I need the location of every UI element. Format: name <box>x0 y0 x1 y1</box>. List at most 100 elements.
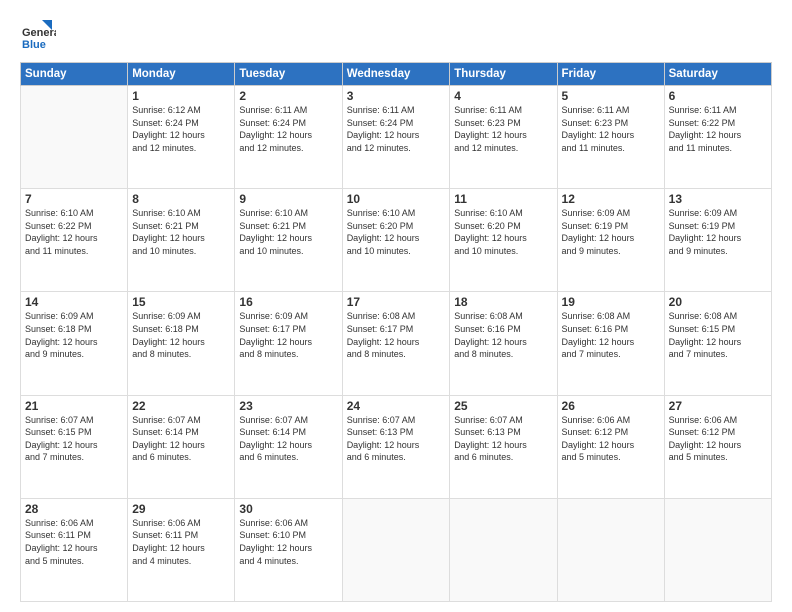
calendar-cell: 2Sunrise: 6:11 AM Sunset: 6:24 PM Daylig… <box>235 86 342 189</box>
calendar-cell: 16Sunrise: 6:09 AM Sunset: 6:17 PM Dayli… <box>235 292 342 395</box>
day-number: 18 <box>454 295 552 309</box>
calendar-cell: 22Sunrise: 6:07 AM Sunset: 6:14 PM Dayli… <box>128 395 235 498</box>
cell-info: Sunrise: 6:09 AM Sunset: 6:17 PM Dayligh… <box>239 310 337 360</box>
calendar-cell <box>664 498 771 601</box>
calendar-cell: 26Sunrise: 6:06 AM Sunset: 6:12 PM Dayli… <box>557 395 664 498</box>
calendar-cell: 24Sunrise: 6:07 AM Sunset: 6:13 PM Dayli… <box>342 395 450 498</box>
calendar-cell: 1Sunrise: 6:12 AM Sunset: 6:24 PM Daylig… <box>128 86 235 189</box>
page: GeneralBlue SundayMondayTuesdayWednesday… <box>0 0 792 612</box>
cell-info: Sunrise: 6:09 AM Sunset: 6:18 PM Dayligh… <box>132 310 230 360</box>
svg-text:General: General <box>22 27 56 39</box>
calendar-cell: 30Sunrise: 6:06 AM Sunset: 6:10 PM Dayli… <box>235 498 342 601</box>
calendar-cell: 17Sunrise: 6:08 AM Sunset: 6:17 PM Dayli… <box>342 292 450 395</box>
cell-info: Sunrise: 6:10 AM Sunset: 6:21 PM Dayligh… <box>239 207 337 257</box>
cell-info: Sunrise: 6:11 AM Sunset: 6:23 PM Dayligh… <box>454 104 552 154</box>
logo: GeneralBlue <box>20 18 56 54</box>
day-number: 6 <box>669 89 767 103</box>
cell-info: Sunrise: 6:07 AM Sunset: 6:15 PM Dayligh… <box>25 414 123 464</box>
cell-info: Sunrise: 6:07 AM Sunset: 6:14 PM Dayligh… <box>239 414 337 464</box>
day-number: 20 <box>669 295 767 309</box>
calendar-cell: 6Sunrise: 6:11 AM Sunset: 6:22 PM Daylig… <box>664 86 771 189</box>
day-number: 12 <box>562 192 660 206</box>
calendar-body: 1Sunrise: 6:12 AM Sunset: 6:24 PM Daylig… <box>21 86 772 602</box>
day-number: 24 <box>347 399 446 413</box>
day-number: 5 <box>562 89 660 103</box>
calendar-cell: 20Sunrise: 6:08 AM Sunset: 6:15 PM Dayli… <box>664 292 771 395</box>
calendar-cell: 3Sunrise: 6:11 AM Sunset: 6:24 PM Daylig… <box>342 86 450 189</box>
header: GeneralBlue <box>20 18 772 54</box>
day-number: 16 <box>239 295 337 309</box>
calendar-cell: 28Sunrise: 6:06 AM Sunset: 6:11 PM Dayli… <box>21 498 128 601</box>
day-number: 22 <box>132 399 230 413</box>
calendar-cell <box>21 86 128 189</box>
cell-info: Sunrise: 6:08 AM Sunset: 6:16 PM Dayligh… <box>562 310 660 360</box>
day-number: 9 <box>239 192 337 206</box>
calendar-cell: 9Sunrise: 6:10 AM Sunset: 6:21 PM Daylig… <box>235 189 342 292</box>
cell-info: Sunrise: 6:11 AM Sunset: 6:23 PM Dayligh… <box>562 104 660 154</box>
calendar-cell <box>557 498 664 601</box>
header-day-saturday: Saturday <box>664 63 771 86</box>
calendar-cell: 29Sunrise: 6:06 AM Sunset: 6:11 PM Dayli… <box>128 498 235 601</box>
calendar-cell: 15Sunrise: 6:09 AM Sunset: 6:18 PM Dayli… <box>128 292 235 395</box>
cell-info: Sunrise: 6:09 AM Sunset: 6:19 PM Dayligh… <box>562 207 660 257</box>
header-row: SundayMondayTuesdayWednesdayThursdayFrid… <box>21 63 772 86</box>
header-day-thursday: Thursday <box>450 63 557 86</box>
calendar-cell: 21Sunrise: 6:07 AM Sunset: 6:15 PM Dayli… <box>21 395 128 498</box>
cell-info: Sunrise: 6:06 AM Sunset: 6:12 PM Dayligh… <box>669 414 767 464</box>
cell-info: Sunrise: 6:06 AM Sunset: 6:11 PM Dayligh… <box>132 517 230 567</box>
cell-info: Sunrise: 6:10 AM Sunset: 6:21 PM Dayligh… <box>132 207 230 257</box>
cell-info: Sunrise: 6:08 AM Sunset: 6:15 PM Dayligh… <box>669 310 767 360</box>
cell-info: Sunrise: 6:08 AM Sunset: 6:16 PM Dayligh… <box>454 310 552 360</box>
calendar-cell: 8Sunrise: 6:10 AM Sunset: 6:21 PM Daylig… <box>128 189 235 292</box>
day-number: 1 <box>132 89 230 103</box>
cell-info: Sunrise: 6:09 AM Sunset: 6:19 PM Dayligh… <box>669 207 767 257</box>
calendar-cell: 19Sunrise: 6:08 AM Sunset: 6:16 PM Dayli… <box>557 292 664 395</box>
calendar-cell: 5Sunrise: 6:11 AM Sunset: 6:23 PM Daylig… <box>557 86 664 189</box>
week-row-3: 21Sunrise: 6:07 AM Sunset: 6:15 PM Dayli… <box>21 395 772 498</box>
cell-info: Sunrise: 6:07 AM Sunset: 6:13 PM Dayligh… <box>454 414 552 464</box>
logo-svg: GeneralBlue <box>20 18 56 54</box>
day-number: 25 <box>454 399 552 413</box>
calendar-cell <box>450 498 557 601</box>
header-day-tuesday: Tuesday <box>235 63 342 86</box>
cell-info: Sunrise: 6:09 AM Sunset: 6:18 PM Dayligh… <box>25 310 123 360</box>
calendar-cell: 4Sunrise: 6:11 AM Sunset: 6:23 PM Daylig… <box>450 86 557 189</box>
calendar-cell: 7Sunrise: 6:10 AM Sunset: 6:22 PM Daylig… <box>21 189 128 292</box>
header-day-wednesday: Wednesday <box>342 63 450 86</box>
day-number: 7 <box>25 192 123 206</box>
calendar-cell: 13Sunrise: 6:09 AM Sunset: 6:19 PM Dayli… <box>664 189 771 292</box>
day-number: 19 <box>562 295 660 309</box>
calendar-cell: 10Sunrise: 6:10 AM Sunset: 6:20 PM Dayli… <box>342 189 450 292</box>
day-number: 23 <box>239 399 337 413</box>
calendar-cell: 18Sunrise: 6:08 AM Sunset: 6:16 PM Dayli… <box>450 292 557 395</box>
day-number: 3 <box>347 89 446 103</box>
day-number: 11 <box>454 192 552 206</box>
week-row-1: 7Sunrise: 6:10 AM Sunset: 6:22 PM Daylig… <box>21 189 772 292</box>
cell-info: Sunrise: 6:11 AM Sunset: 6:24 PM Dayligh… <box>347 104 446 154</box>
cell-info: Sunrise: 6:11 AM Sunset: 6:22 PM Dayligh… <box>669 104 767 154</box>
day-number: 15 <box>132 295 230 309</box>
cell-info: Sunrise: 6:12 AM Sunset: 6:24 PM Dayligh… <box>132 104 230 154</box>
week-row-4: 28Sunrise: 6:06 AM Sunset: 6:11 PM Dayli… <box>21 498 772 601</box>
calendar-cell <box>342 498 450 601</box>
day-number: 8 <box>132 192 230 206</box>
cell-info: Sunrise: 6:07 AM Sunset: 6:13 PM Dayligh… <box>347 414 446 464</box>
svg-text:Blue: Blue <box>22 39 46 51</box>
cell-info: Sunrise: 6:10 AM Sunset: 6:20 PM Dayligh… <box>454 207 552 257</box>
week-row-2: 14Sunrise: 6:09 AM Sunset: 6:18 PM Dayli… <box>21 292 772 395</box>
cell-info: Sunrise: 6:07 AM Sunset: 6:14 PM Dayligh… <box>132 414 230 464</box>
day-number: 14 <box>25 295 123 309</box>
cell-info: Sunrise: 6:11 AM Sunset: 6:24 PM Dayligh… <box>239 104 337 154</box>
day-number: 30 <box>239 502 337 516</box>
header-day-friday: Friday <box>557 63 664 86</box>
cell-info: Sunrise: 6:06 AM Sunset: 6:11 PM Dayligh… <box>25 517 123 567</box>
week-row-0: 1Sunrise: 6:12 AM Sunset: 6:24 PM Daylig… <box>21 86 772 189</box>
cell-info: Sunrise: 6:10 AM Sunset: 6:22 PM Dayligh… <box>25 207 123 257</box>
day-number: 26 <box>562 399 660 413</box>
cell-info: Sunrise: 6:06 AM Sunset: 6:10 PM Dayligh… <box>239 517 337 567</box>
header-day-sunday: Sunday <box>21 63 128 86</box>
day-number: 21 <box>25 399 123 413</box>
header-day-monday: Monday <box>128 63 235 86</box>
day-number: 13 <box>669 192 767 206</box>
day-number: 4 <box>454 89 552 103</box>
